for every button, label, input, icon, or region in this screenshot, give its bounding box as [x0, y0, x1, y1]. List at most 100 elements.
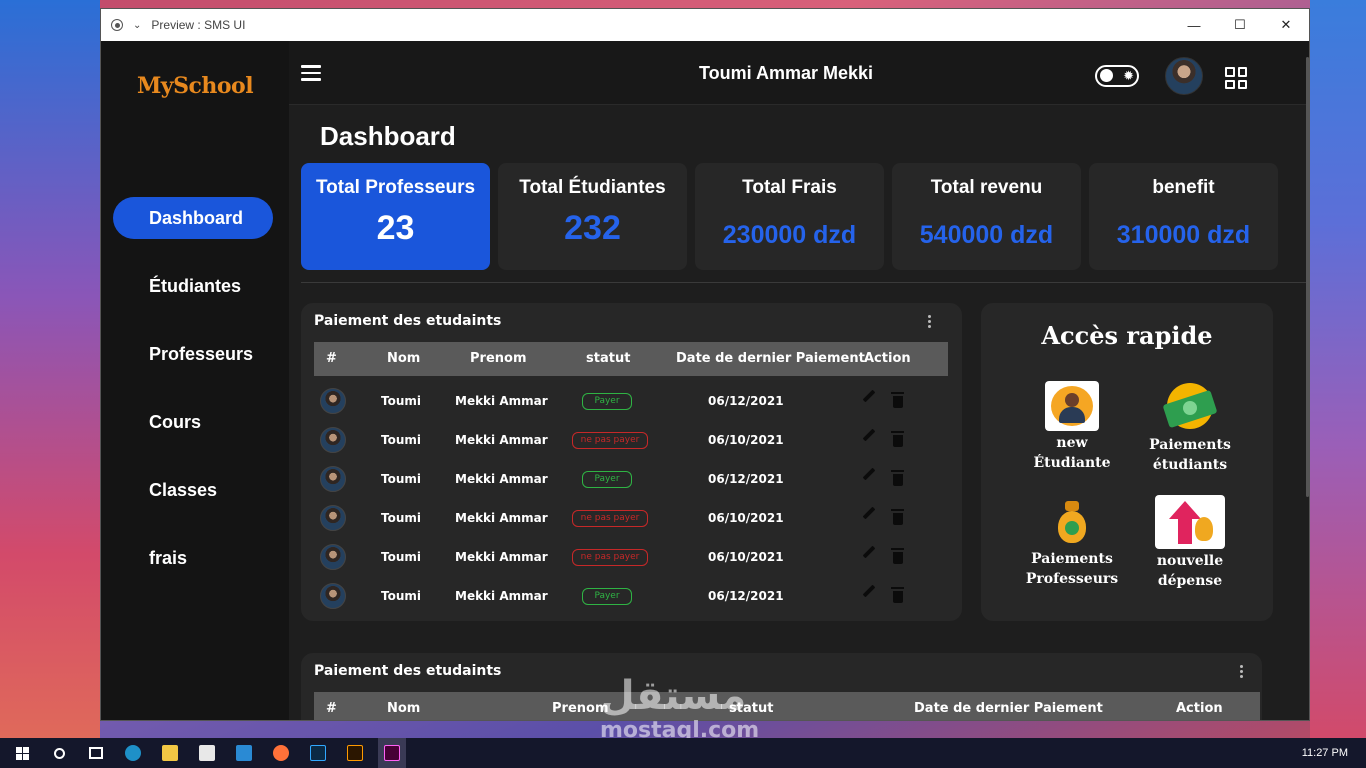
- store-icon[interactable]: [193, 738, 221, 768]
- stat-card-revenu[interactable]: Total revenu 540000 dzd: [892, 163, 1081, 270]
- cell-nom: Toumi: [381, 550, 421, 564]
- mail-icon[interactable]: [230, 738, 258, 768]
- cell-prenom: Mekki Ammar: [455, 472, 548, 486]
- more-options-icon[interactable]: [926, 315, 932, 330]
- record-icon[interactable]: [111, 19, 123, 31]
- theme-toggle[interactable]: ✹: [1095, 65, 1139, 87]
- cell-date: 06/10/2021: [708, 511, 784, 525]
- maximize-button[interactable]: ☐: [1217, 9, 1263, 41]
- table-row: Toumi Mekki Ammar Payer 06/12/2021: [314, 576, 948, 615]
- sidebar-item-frais[interactable]: frais: [113, 537, 273, 579]
- sidebar-item-professeurs[interactable]: Professeurs: [113, 333, 273, 375]
- table-row: Toumi Mekki Ammar Payer 06/12/2021: [314, 459, 948, 498]
- table-header: # Nom Prenom statut Date de dernier Paie…: [314, 342, 948, 376]
- student-avatar: [320, 388, 346, 414]
- illustrator-icon[interactable]: [341, 738, 369, 768]
- cell-date: 06/12/2021: [708, 394, 784, 408]
- window-title: Preview : SMS UI: [151, 18, 246, 32]
- watermark: مستقل mostaql.com: [600, 676, 759, 743]
- app-logo[interactable]: MySchool: [101, 73, 289, 99]
- column-header: Nom: [387, 351, 421, 366]
- sidebar-item-cours[interactable]: Cours: [113, 401, 273, 443]
- sidebar-item-classes[interactable]: Classes: [113, 469, 273, 511]
- taskbar-clock[interactable]: 11:27 PM: [1302, 747, 1348, 759]
- cell-prenom: Mekki Ammar: [455, 589, 548, 603]
- quick-paiements-professeurs[interactable]: Paiements Professeurs: [1017, 497, 1127, 589]
- desktop-wallpaper-right: [1310, 0, 1366, 740]
- panel-title: Paiement des etudaints: [314, 313, 502, 329]
- status-badge: Payer: [582, 393, 632, 410]
- top-bar: Toumi Ammar Mekki ✹: [289, 41, 1309, 105]
- stats-row: Total Professeurs 23 Total Étudiantes 23…: [301, 163, 1278, 270]
- edit-icon[interactable]: [862, 467, 876, 481]
- edit-icon[interactable]: [862, 545, 876, 559]
- delete-icon[interactable]: [891, 548, 904, 564]
- search-icon[interactable]: [45, 738, 73, 768]
- quick-nouvelle-depense[interactable]: nouvelle dépense: [1135, 495, 1245, 591]
- quick-new-etudiante[interactable]: new Étudiante: [1017, 381, 1127, 473]
- xd-icon[interactable]: [378, 738, 406, 768]
- quick-label: Paiements: [1149, 437, 1231, 453]
- hamburger-menu-icon[interactable]: [301, 65, 321, 85]
- scrollbar[interactable]: [1306, 57, 1309, 497]
- quick-access-panel: Accès rapide new Étudiante Paiements étu…: [981, 303, 1273, 621]
- avatar[interactable]: [1165, 57, 1203, 95]
- edit-icon[interactable]: [862, 389, 876, 403]
- cell-prenom: Mekki Ammar: [455, 550, 548, 564]
- quick-label: Étudiante: [1033, 455, 1111, 471]
- file-explorer-icon[interactable]: [156, 738, 184, 768]
- cell-nom: Toumi: [381, 589, 421, 603]
- delete-icon[interactable]: [891, 392, 904, 408]
- cell-nom: Toumi: [381, 511, 421, 525]
- cell-prenom: Mekki Ammar: [455, 511, 548, 525]
- edit-icon[interactable]: [862, 428, 876, 442]
- delete-icon[interactable]: [891, 587, 904, 603]
- more-options-icon[interactable]: [1238, 665, 1244, 680]
- cell-date: 06/10/2021: [708, 550, 784, 564]
- table-row: Toumi Mekki Ammar ne pas payer 06/10/2021: [314, 420, 948, 459]
- table-row: Toumi Mekki Ammar ne pas payer 06/10/2021: [314, 498, 948, 537]
- apps-grid-icon[interactable]: [1225, 67, 1247, 89]
- quick-label: Paiements: [1031, 551, 1113, 567]
- stat-value: 232: [564, 209, 621, 247]
- column-header: Action: [1176, 701, 1223, 716]
- student-avatar: [320, 544, 346, 570]
- cell-date: 06/10/2021: [708, 433, 784, 447]
- delete-icon[interactable]: [891, 470, 904, 486]
- cell-nom: Toumi: [381, 433, 421, 447]
- status-badge: Payer: [582, 471, 632, 488]
- column-header: Nom: [387, 701, 421, 716]
- stat-card-benefit[interactable]: benefit 310000 dzd: [1089, 163, 1278, 270]
- stat-label: Total Professeurs: [315, 177, 476, 198]
- main-content: Toumi Ammar Mekki ✹ Dashboard Total Prof…: [289, 41, 1309, 720]
- panel-title: Paiement des etudaints: [314, 663, 502, 679]
- chevron-down-icon[interactable]: ⌄: [133, 20, 141, 31]
- cell-date: 06/12/2021: [708, 472, 784, 486]
- section-divider: [301, 282, 1309, 283]
- sidebar-item-dashboard[interactable]: Dashboard: [113, 197, 273, 239]
- table-row: Toumi Mekki Ammar Payer 06/12/2021: [314, 381, 948, 420]
- app-body: MySchool Dashboard Étudiantes Professeur…: [101, 41, 1309, 720]
- sidebar-item-etudiantes[interactable]: Étudiantes: [113, 265, 273, 307]
- quick-paiements-etudiants[interactable]: Paiements étudiants: [1135, 383, 1245, 475]
- table-row: Toumi Mekki Ammar ne pas payer 06/10/2021: [314, 537, 948, 576]
- stat-label: Total Étudiantes: [519, 177, 666, 198]
- money-icon: [1162, 383, 1218, 433]
- stat-label: benefit: [1152, 177, 1215, 198]
- photoshop-icon[interactable]: [304, 738, 332, 768]
- quick-access-title: Accès rapide: [1041, 321, 1213, 350]
- edge-browser-icon[interactable]: [119, 738, 147, 768]
- edit-icon[interactable]: [862, 506, 876, 520]
- stat-card-etudiantes[interactable]: Total Étudiantes 232: [498, 163, 687, 270]
- stat-label: Total revenu: [930, 177, 1043, 198]
- stat-card-professeurs[interactable]: Total Professeurs 23: [301, 163, 490, 270]
- delete-icon[interactable]: [891, 509, 904, 525]
- close-button[interactable]: ✕: [1263, 9, 1309, 41]
- delete-icon[interactable]: [891, 431, 904, 447]
- minimize-button[interactable]: —: [1171, 9, 1217, 41]
- windows-start-icon[interactable]: [8, 738, 36, 768]
- task-view-icon[interactable]: [82, 738, 110, 768]
- stat-card-frais[interactable]: Total Frais 230000 dzd: [695, 163, 884, 270]
- firefox-icon[interactable]: [267, 738, 295, 768]
- edit-icon[interactable]: [862, 584, 876, 598]
